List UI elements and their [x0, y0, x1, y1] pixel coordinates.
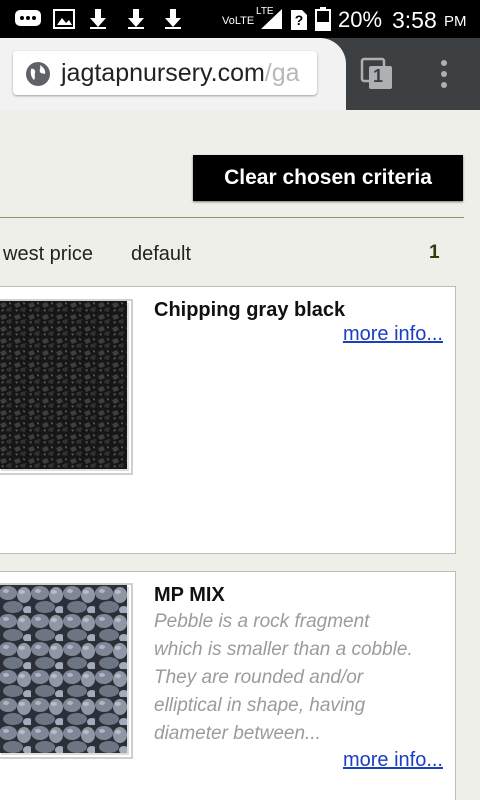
gallery-icon [52, 8, 76, 30]
signal-icon [258, 8, 284, 30]
product-image[interactable] [0, 583, 133, 759]
web-content: Clear chosen criteria west price default… [0, 110, 480, 800]
more-info-link[interactable]: more info... [343, 323, 443, 346]
product-image[interactable] [0, 299, 133, 475]
svg-text:?: ? [295, 12, 304, 28]
status-bar: VoLTE LTE ? 20% 3:58 PM [0, 0, 480, 38]
description-line: elliptical in shape, having [154, 695, 366, 716]
description-line: diameter between... [154, 723, 321, 744]
description-line: which is smaller than a cobble. [154, 639, 413, 660]
clock-ampm: PM [444, 13, 467, 30]
download-icon [124, 8, 148, 30]
product-title[interactable]: MP MIX [154, 584, 225, 607]
url-path: /ga [264, 59, 300, 87]
url-tab: jagtapnursery.com/ga [0, 38, 346, 110]
tab-count: 1 [373, 66, 384, 86]
volte-label: VoLTE [222, 15, 255, 27]
url-text: jagtapnursery.com/ga [61, 59, 300, 88]
no-sim-icon: ? [289, 8, 309, 30]
sort-default[interactable]: default [131, 243, 191, 266]
battery-percent: 20% [338, 7, 383, 32]
description-line: Pebble is a rock fragment [154, 611, 370, 632]
download-icon [86, 8, 110, 30]
product-card: Chipping gray black more info... [0, 286, 456, 554]
globe-icon [25, 61, 51, 92]
clear-criteria-button[interactable]: Clear chosen criteria [193, 155, 463, 201]
page-number[interactable]: 1 [429, 242, 440, 264]
download-icon [161, 8, 185, 30]
overflow-menu-icon[interactable] [432, 56, 456, 92]
message-icon [14, 8, 42, 30]
tab-switcher-button[interactable]: 1 [360, 57, 394, 91]
product-description: Pebble is a rock fragment which is small… [154, 608, 444, 748]
more-info-link[interactable]: more info... [343, 749, 443, 772]
product-title[interactable]: Chipping gray black [154, 299, 345, 322]
browser-toolbar: jagtapnursery.com/ga 1 [0, 38, 480, 110]
url-domain: jagtapnursery.com [61, 59, 265, 87]
sort-lowest-price[interactable]: west price [3, 243, 93, 266]
address-bar[interactable]: jagtapnursery.com/ga [13, 51, 317, 95]
divider [0, 217, 464, 218]
clock: 3:58 [392, 7, 437, 33]
product-card: MP MIX Pebble is a rock fragment which i… [0, 571, 456, 800]
battery-icon [314, 7, 332, 31]
description-line: They are rounded and/or [154, 667, 364, 688]
